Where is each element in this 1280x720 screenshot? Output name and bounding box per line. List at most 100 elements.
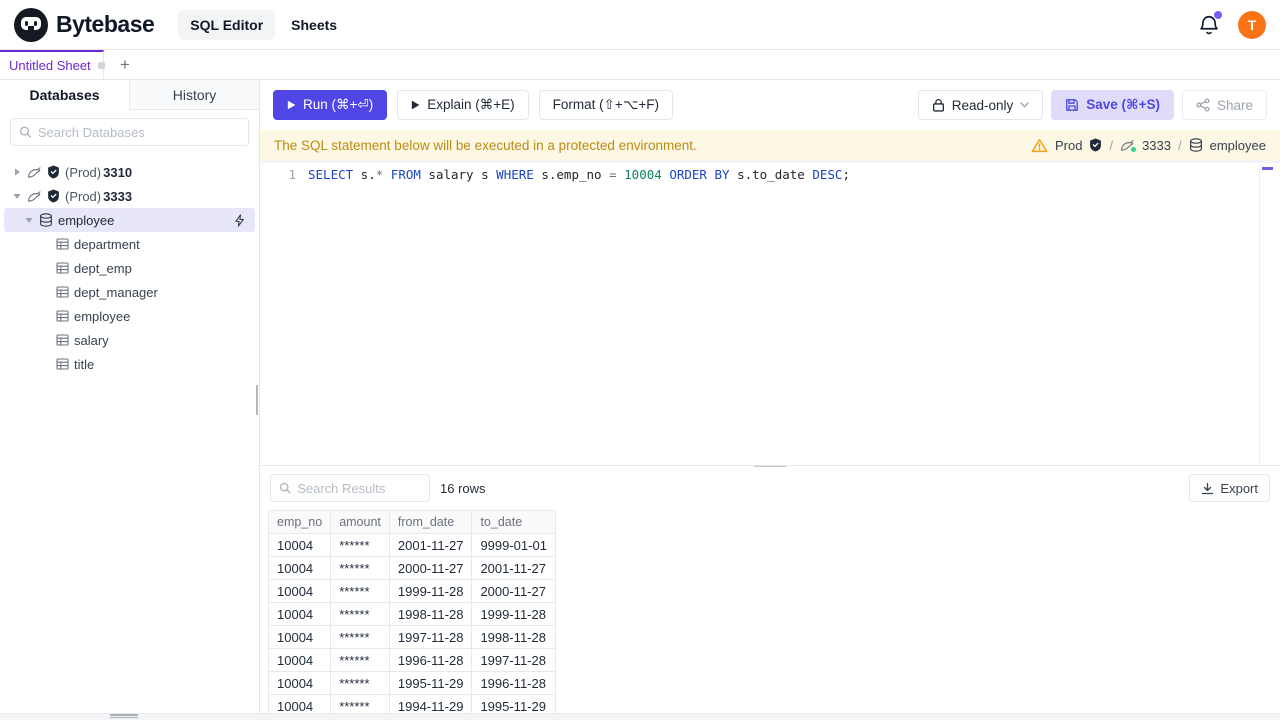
tree-database-employee[interactable]: employee [4, 208, 255, 232]
warning-icon [1031, 138, 1048, 152]
table-icon [56, 334, 69, 346]
sidebar-tab-databases[interactable]: Databases [0, 80, 130, 110]
share-label: Share [1216, 97, 1253, 113]
table-icon [56, 310, 69, 322]
chevron-down-icon [25, 218, 33, 223]
save-button[interactable]: Save (⌘+S) [1051, 90, 1174, 120]
nav-sql-editor[interactable]: SQL Editor [178, 9, 276, 40]
tab-untitled-sheet[interactable]: Untitled Sheet [0, 50, 105, 79]
instance-name: 3333 [103, 188, 133, 204]
format-button[interactable]: Format (⇧+⌥+F) [538, 90, 674, 120]
lightning-icon[interactable] [234, 213, 245, 227]
sheet-dirty-indicator [97, 62, 105, 69]
table-label: dept_emp [74, 260, 132, 276]
overview-ruler-mark [1262, 167, 1273, 170]
sidebar: Databases History (Prod)3310 (Prod)3333 [0, 80, 262, 720]
column-header: amount [330, 510, 390, 534]
tree-table-dept-manager[interactable]: dept_manager [0, 280, 259, 304]
sidebar-tab-history[interactable]: History [130, 80, 259, 110]
shield-icon [48, 189, 59, 203]
column-header: from_date [388, 510, 473, 534]
row-count: 16 rows [440, 480, 486, 496]
column-header: to_date [471, 510, 556, 534]
table-row: 10004 ****** 1996-11-28 1997-11-28 [267, 648, 556, 672]
chevron-down-icon [1020, 102, 1029, 108]
run-button[interactable]: Run (⌘+⏎) [273, 90, 388, 120]
export-button[interactable]: Export [1189, 474, 1270, 502]
tree-table-salary[interactable]: salary [0, 328, 259, 352]
database-label: employee [58, 212, 115, 228]
table-label: salary [74, 332, 109, 348]
results-search[interactable] [270, 474, 430, 502]
main-panel: Run (⌘+⏎) Explain (⌘+E) Format (⇧+⌥+F) R… [260, 80, 1280, 720]
table-row: 10004 ****** 2000-11-27 2001-11-27 [267, 556, 556, 580]
table-row: 10004 ****** 1998-11-28 1999-11-28 [267, 602, 556, 626]
line-number: 1 [288, 167, 296, 182]
tree-table-employee[interactable]: employee [0, 304, 259, 328]
table-label: dept_manager [74, 284, 158, 300]
mysql-icon [27, 190, 41, 202]
sheet-tab-strip: Untitled Sheet + [0, 50, 1280, 80]
explain-button[interactable]: Explain (⌘+E) [397, 90, 529, 120]
search-icon [279, 482, 291, 494]
save-label: Save (⌘+S) [1086, 97, 1160, 112]
save-icon [1066, 99, 1079, 111]
tree-table-dept-emp[interactable]: dept_emp [0, 256, 259, 280]
results-resize-handle[interactable] [754, 466, 786, 468]
environment-label: Prod [1054, 137, 1083, 153]
explain-label: Explain (⌘+E) [427, 97, 515, 112]
download-icon [1202, 482, 1214, 494]
connection-breadcrumb: Prod / 3333 / employee [1031, 138, 1266, 153]
run-label: Run (⌘+⏎) [303, 97, 374, 112]
readonly-dropdown[interactable]: Read-only [917, 90, 1044, 120]
table-row: 10004 ****** 1997-11-28 1998-11-28 [267, 625, 556, 649]
shield-icon [48, 165, 59, 179]
editor-scrollbar[interactable] [1259, 163, 1260, 465]
protected-env-banner: The SQL statement below will be executed… [260, 130, 1280, 160]
sql-statement: SELECT s.* FROM salary s WHERE s.emp_no … [308, 167, 850, 182]
bottom-resize-handle[interactable] [110, 714, 138, 719]
column-header: emp_no [267, 510, 332, 534]
mysql-icon [27, 166, 41, 178]
table-icon [56, 238, 69, 250]
tree-table-department[interactable]: department [0, 232, 259, 256]
table-icon [56, 262, 69, 274]
tree-table-title[interactable]: title [0, 352, 259, 376]
chevron-right-icon [15, 168, 20, 176]
bottom-strip [0, 713, 1280, 720]
readonly-label: Read-only [951, 97, 1014, 113]
new-sheet-button[interactable]: + [110, 50, 140, 79]
database-label: employee [1209, 137, 1266, 153]
tree-instance-3333[interactable]: (Prod) 3333 [0, 184, 259, 208]
table-icon [56, 358, 69, 370]
results-search-input[interactable] [297, 480, 421, 496]
database-search[interactable] [10, 118, 249, 146]
bytebase-logo-icon[interactable] [14, 7, 48, 42]
instance-env: (Prod) [65, 164, 102, 180]
nav-sheets[interactable]: Sheets [291, 17, 337, 33]
notification-bell-icon[interactable] [1198, 10, 1222, 36]
results-header-row: emp_no amount from_date to_date [267, 510, 556, 534]
database-icon [40, 213, 52, 227]
table-icon [56, 286, 69, 298]
table-row: 10004 ****** 1995-11-29 1996-11-28 [267, 671, 556, 695]
play-icon [412, 100, 420, 110]
database-search-input[interactable] [37, 124, 240, 140]
connection-status-dot [1131, 146, 1137, 152]
database-tree: (Prod) 3310 (Prod) 3333 employee departmen… [0, 152, 259, 376]
brand-title: Bytebase [56, 11, 155, 37]
results-table[interactable]: emp_no amount from_date to_date 10004 ***… [267, 510, 556, 716]
instance-name: 3310 [103, 164, 133, 180]
results-header: 16 rows Export [260, 466, 1280, 510]
banner-message: The SQL statement below will be executed… [274, 137, 697, 153]
user-avatar[interactable]: T [1238, 10, 1266, 39]
play-icon [287, 100, 296, 110]
sql-editor[interactable]: 1 SELECT s.* FROM salary s WHERE s.emp_n… [260, 163, 1280, 465]
share-button[interactable]: Share [1181, 90, 1267, 120]
shield-icon [1090, 138, 1102, 152]
chevron-down-icon [13, 194, 21, 199]
tree-instance-3310[interactable]: (Prod) 3310 [0, 160, 259, 184]
search-icon [20, 126, 32, 138]
sheet-tab-label: Untitled Sheet [9, 58, 91, 73]
table-label: title [74, 356, 95, 372]
